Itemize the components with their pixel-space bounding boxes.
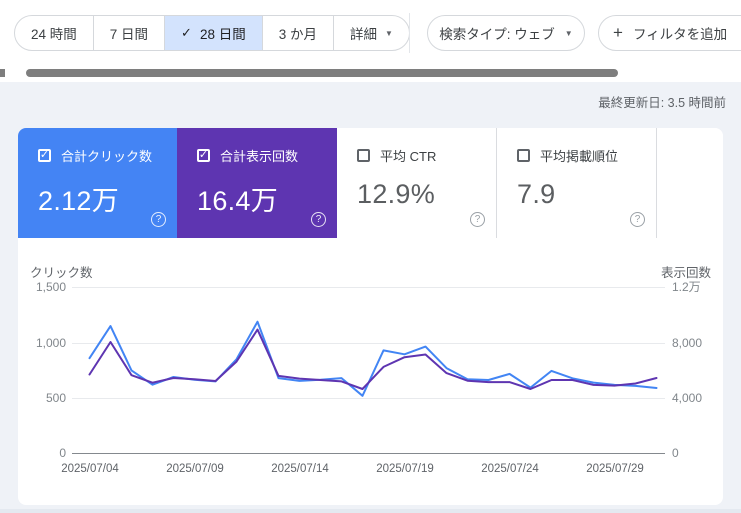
toolbar-divider xyxy=(409,13,410,53)
y-axis-tick-left: 500 xyxy=(45,391,66,405)
x-axis-tick: 2025/07/09 xyxy=(166,463,224,475)
search-type-label: 検索タイプ: ウェブ xyxy=(439,27,555,42)
card-head: ✓ 合計表示回数 xyxy=(197,146,337,165)
date-range-7d[interactable]: 7 日間 xyxy=(94,16,166,50)
card-head: 平均 CTR xyxy=(357,146,496,165)
plus-icon: + xyxy=(613,23,623,42)
card-total-clicks[interactable]: ✓ 合計クリック数 2.12万 ? xyxy=(18,128,177,238)
date-range-24h-label: 24 時間 xyxy=(31,27,77,42)
help-icon[interactable]: ? xyxy=(630,212,645,227)
date-range-24h[interactable]: 24 時間 xyxy=(15,16,94,50)
add-filter-button[interactable]: + フィルタを追加 xyxy=(598,15,741,51)
card-average-position[interactable]: 平均掲載順位 7.9 ? xyxy=(497,128,657,238)
y-axis-tick-right: 0 xyxy=(672,446,679,460)
card-label: 平均掲載順位 xyxy=(540,149,619,164)
date-range-3m-label: 3 か月 xyxy=(278,27,317,42)
y-axis-tick-left: 1,000 xyxy=(35,336,66,350)
x-axis-tick: 2025/07/24 xyxy=(481,463,539,475)
viewport-bottom-edge xyxy=(0,509,741,513)
date-range-custom[interactable]: 詳細 ▼ xyxy=(334,16,409,50)
gridline xyxy=(72,398,665,399)
average-position-value: 7.9 xyxy=(517,179,556,209)
last-updated-text: 最終更新日: 3.5 時間前 xyxy=(598,96,726,110)
card-label: 平均 CTR xyxy=(380,149,437,164)
x-axis-tick: 2025/07/29 xyxy=(586,463,644,475)
card-label: 合計クリック数 xyxy=(61,149,153,164)
gridline xyxy=(72,343,665,344)
date-range-28d[interactable]: ✓ 28 日間 xyxy=(165,16,263,50)
average-ctr-value: 12.9% xyxy=(357,179,436,209)
checkmark-icon: ✓ xyxy=(181,25,192,40)
add-filter-label: フィルタを追加 xyxy=(632,27,728,42)
horizontal-scrollbar-thumb[interactable] xyxy=(26,69,618,77)
date-range-3m[interactable]: 3 か月 xyxy=(263,16,334,50)
metric-cards-row: ✓ 合計クリック数 2.12万 ? ✓ 合計表示回数 16.4万 ? 平均 CT… xyxy=(18,128,723,238)
help-icon[interactable]: ? xyxy=(151,212,166,227)
checkbox-average-ctr[interactable] xyxy=(357,149,370,162)
y-axis-tick-right: 1.2万 xyxy=(672,280,701,294)
date-range-chip-group: 24 時間 7 日間 ✓ 28 日間 3 か月 詳細 ▼ xyxy=(14,15,410,51)
card-total-impressions[interactable]: ✓ 合計表示回数 16.4万 ? xyxy=(177,128,337,238)
y-axis-tick-right: 8,000 xyxy=(672,336,703,350)
checkbox-total-clicks[interactable]: ✓ xyxy=(38,149,51,162)
y-axis-tick-left: 0 xyxy=(59,446,66,460)
y-axis-tick-right: 4,000 xyxy=(672,391,703,405)
x-axis-tick: 2025/07/04 xyxy=(61,463,119,475)
horizontal-scrollbar-track xyxy=(0,66,741,82)
x-axis-line xyxy=(72,453,665,454)
search-type-dropdown[interactable]: 検索タイプ: ウェブ ▼ xyxy=(427,15,585,51)
date-range-custom-label: 詳細 xyxy=(350,27,377,42)
date-range-28d-label: 28 日間 xyxy=(199,27,246,42)
card-average-ctr[interactable]: 平均 CTR 12.9% ? xyxy=(337,128,497,238)
gridline xyxy=(72,287,665,288)
performance-panel: ✓ 合計クリック数 2.12万 ? ✓ 合計表示回数 16.4万 ? 平均 CT… xyxy=(18,128,723,505)
chevron-down-icon: ▼ xyxy=(385,28,393,38)
search-console-performance-page: 24 時間 7 日間 ✓ 28 日間 3 か月 詳細 ▼ 検索タイプ: ウェブ … xyxy=(0,0,741,513)
card-label: 合計表示回数 xyxy=(220,149,299,164)
help-icon[interactable]: ? xyxy=(311,212,326,227)
checkbox-total-impressions[interactable]: ✓ xyxy=(197,149,210,162)
card-row-filler xyxy=(657,128,723,238)
card-head: ✓ 合計クリック数 xyxy=(38,146,177,165)
chevron-down-icon: ▼ xyxy=(564,28,573,38)
help-icon[interactable]: ? xyxy=(470,212,485,227)
x-axis-tick: 2025/07/19 xyxy=(376,463,434,475)
date-range-7d-label: 7 日間 xyxy=(109,27,149,42)
checkbox-average-position[interactable] xyxy=(517,149,530,162)
x-axis-tick: 2025/07/14 xyxy=(271,463,329,475)
y-axis-tick-left: 1,500 xyxy=(35,280,66,294)
horizontal-scrollbar-edge xyxy=(0,69,5,77)
card-head: 平均掲載順位 xyxy=(517,146,656,165)
